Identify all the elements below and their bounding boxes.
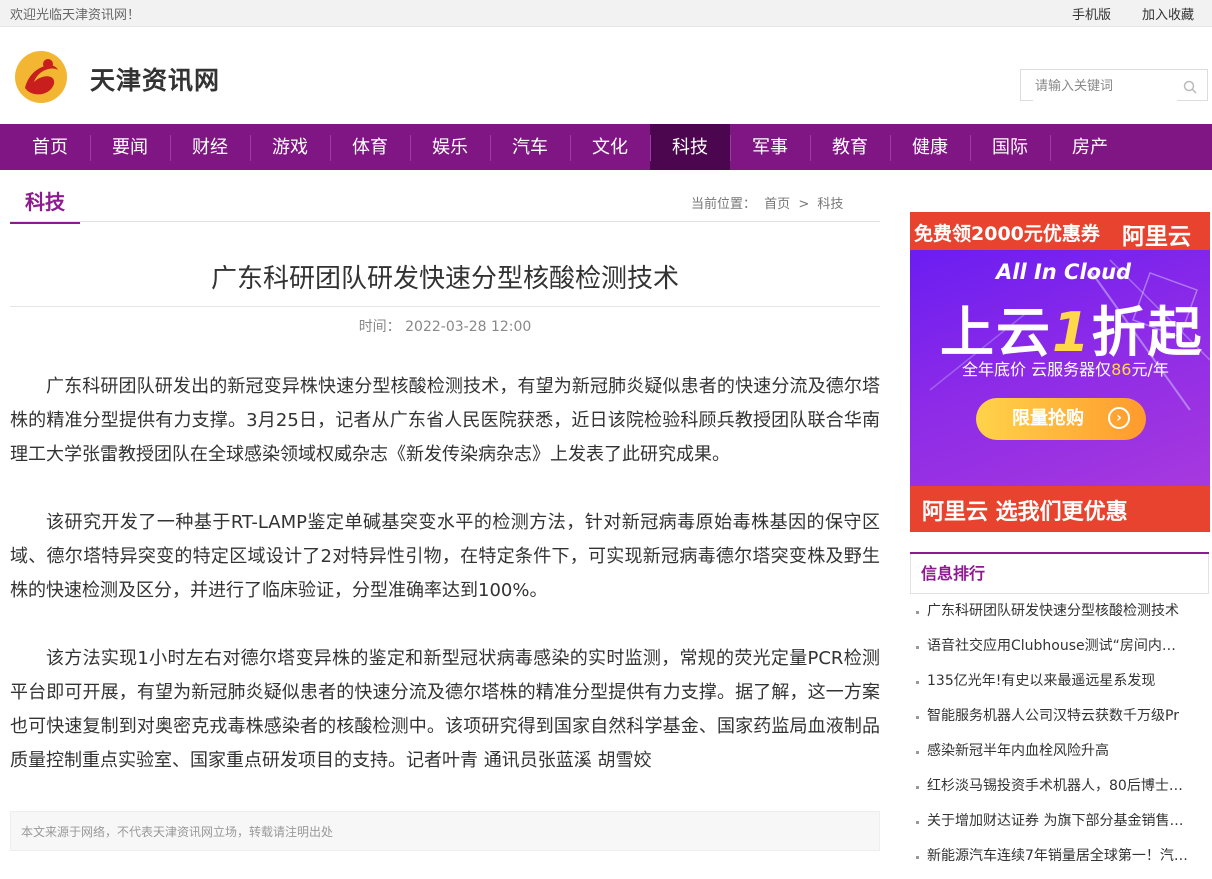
nav-item[interactable]: 要闻 bbox=[90, 124, 170, 170]
title-divider bbox=[10, 306, 880, 307]
ad-buy-label: 限量抢购 bbox=[1012, 408, 1084, 429]
nav-separator bbox=[890, 135, 891, 161]
ad-main-panel: All In Cloud 上云1折起 全年底价 云服务器仅86元/年 限量抢购 … bbox=[910, 250, 1210, 486]
breadcrumb-current[interactable]: 科技 bbox=[817, 197, 843, 212]
article-paragraph: 该研究开发了一种基于RT-LAMP鉴定单碱基突变水平的检测方法，针对新冠病毒原始… bbox=[10, 512, 880, 601]
nav-separator bbox=[490, 135, 491, 161]
main-nav: 首页 要闻 财经 游戏 体育 娱乐 汽车 文化 科技 军事 教育 健康 国际 房产 bbox=[0, 124, 1212, 170]
nav-item[interactable]: 教育 bbox=[810, 124, 890, 170]
breadcrumb-label: 当前位置： bbox=[691, 197, 757, 212]
nav-separator bbox=[810, 135, 811, 161]
breadcrumb-separator: > bbox=[798, 197, 810, 212]
ranking-item[interactable]: 智能服务机器人公司汉特云获数千万级Pr bbox=[910, 699, 1209, 734]
nav-item[interactable]: 军事 bbox=[730, 124, 810, 170]
ad-tagline: All In Cloud bbox=[996, 260, 1132, 284]
source-notice: 本文来源于网络，不代表天津资讯网立场，转载请注明出处 bbox=[10, 811, 880, 851]
add-favorite-link[interactable]: 加入收藏 bbox=[1142, 4, 1194, 23]
ad-buy-button[interactable]: 限量抢购 › bbox=[976, 398, 1146, 440]
ranking-item[interactable]: 感染新冠半年内血栓风险升高 bbox=[910, 734, 1209, 769]
article-paragraph: 广东科研团队研发出的新冠变异株快速分型核酸检测技术，有望为新冠肺炎疑似患者的快速… bbox=[10, 376, 880, 465]
nav-item[interactable]: 国际 bbox=[970, 124, 1050, 170]
nav-separator bbox=[90, 135, 91, 161]
nav-separator bbox=[570, 135, 571, 161]
breadcrumb: 当前位置： 首页 > 科技 bbox=[691, 193, 843, 212]
ranking-item[interactable]: 关于增加财达证券 为旗下部分基金销售… bbox=[910, 804, 1209, 839]
ad-sub-text: 全年底价 云服务器仅 bbox=[962, 360, 1112, 379]
nav-item[interactable]: 娱乐 bbox=[410, 124, 490, 170]
nav-item[interactable]: 文化 bbox=[570, 124, 650, 170]
nav-separator bbox=[250, 135, 251, 161]
ranking-panel: 信息排行 广东科研团队研发快速分型核酸检测技术 语音社交应用Clubhouse测试… bbox=[910, 552, 1209, 874]
search-box bbox=[1020, 69, 1208, 101]
nav-item[interactable]: 体育 bbox=[330, 124, 410, 170]
ad-bottom-text: 阿里云 选我们更优惠 bbox=[922, 500, 1128, 525]
section-title: 科技 bbox=[10, 186, 80, 224]
ad-headline-number: 1 bbox=[1052, 301, 1092, 364]
ranking-list: 广东科研团队研发快速分型核酸检测技术 语音社交应用Clubhouse测试“房间内…… bbox=[910, 594, 1209, 874]
ranking-item[interactable]: 红杉淡马锡投资手术机器人，80后博士… bbox=[910, 769, 1209, 804]
ad-headline-pre: 上云 bbox=[940, 301, 1052, 364]
breadcrumb-home[interactable]: 首页 bbox=[764, 197, 790, 212]
nav-separator bbox=[970, 135, 971, 161]
ranking-title: 信息排行 bbox=[910, 554, 1209, 594]
article-time: 时间： 2022-03-28 12:00 bbox=[10, 316, 880, 336]
nav-separator bbox=[330, 135, 331, 161]
article-paragraph: 该方法实现1小时左右对德尔塔变异株的鉴定和新型冠状病毒感染的实时监测，常规的荧光… bbox=[10, 648, 880, 771]
top-bar: 欢迎光临天津资讯网！ 手机版 加入收藏 bbox=[0, 0, 1212, 27]
ad-sub-price: 86 bbox=[1111, 360, 1132, 379]
ad-headline-post: 折起 bbox=[1091, 301, 1204, 364]
section-divider bbox=[10, 221, 880, 222]
ad-bottom-strip: 阿里云 选我们更优惠 bbox=[910, 486, 1210, 532]
nav-item[interactable]: 游戏 bbox=[250, 124, 330, 170]
ranking-item[interactable]: 135亿光年!有史以来最遥远星系发现 bbox=[910, 664, 1209, 699]
search-icon[interactable] bbox=[1183, 79, 1197, 98]
search-input[interactable] bbox=[1033, 71, 1177, 101]
nav-separator bbox=[730, 135, 731, 161]
article-title: 广东科研团队研发快速分型核酸检测技术 bbox=[210, 264, 679, 294]
ad-sub-unit: 元/年 bbox=[1131, 360, 1169, 379]
nav-separator bbox=[410, 135, 411, 161]
logo-text: 天津资讯网 bbox=[90, 66, 221, 95]
ranking-item[interactable]: 新能源汽车连续7年销量居全球第一！汽… bbox=[910, 839, 1209, 874]
arrow-right-icon: › bbox=[1108, 407, 1130, 429]
nav-separator bbox=[1050, 135, 1051, 161]
nav-item[interactable]: 健康 bbox=[890, 124, 970, 170]
ad-brand-text: 阿里云 bbox=[1122, 224, 1191, 250]
ranking-item[interactable]: 语音社交应用Clubhouse测试“房间内… bbox=[910, 629, 1209, 664]
welcome-text: 欢迎光临天津资讯网！ bbox=[10, 8, 141, 23]
nav-separator bbox=[170, 135, 171, 161]
aliyun-ad-banner[interactable]: 免费领2000元优惠券 阿里云 All In Cloud 上云1折起 全年底价 … bbox=[910, 212, 1210, 532]
nav-item[interactable]: 房产 bbox=[1050, 124, 1130, 170]
nav-item[interactable]: 科技 bbox=[650, 124, 730, 170]
ad-coupon-text: 免费领2000元优惠券 bbox=[914, 223, 1100, 245]
time-value: 2022-03-28 12:00 bbox=[405, 319, 532, 335]
ad-top-strip: 免费领2000元优惠券 阿里云 bbox=[910, 212, 1210, 250]
site-logo[interactable]: 天津资讯网 bbox=[12, 48, 222, 106]
nav-separator bbox=[650, 135, 651, 161]
ranking-item[interactable]: 广东科研团队研发快速分型核酸检测技术 bbox=[910, 594, 1209, 629]
mobile-version-link[interactable]: 手机版 bbox=[1072, 4, 1111, 23]
logo-icon bbox=[15, 51, 67, 103]
time-label: 时间： bbox=[358, 319, 401, 335]
nav-item[interactable]: 首页 bbox=[10, 124, 90, 170]
nav-item[interactable]: 汽车 bbox=[490, 124, 570, 170]
nav-item[interactable]: 财经 bbox=[170, 124, 250, 170]
ad-subline: 全年底价 云服务器仅86元/年 bbox=[962, 356, 1169, 380]
